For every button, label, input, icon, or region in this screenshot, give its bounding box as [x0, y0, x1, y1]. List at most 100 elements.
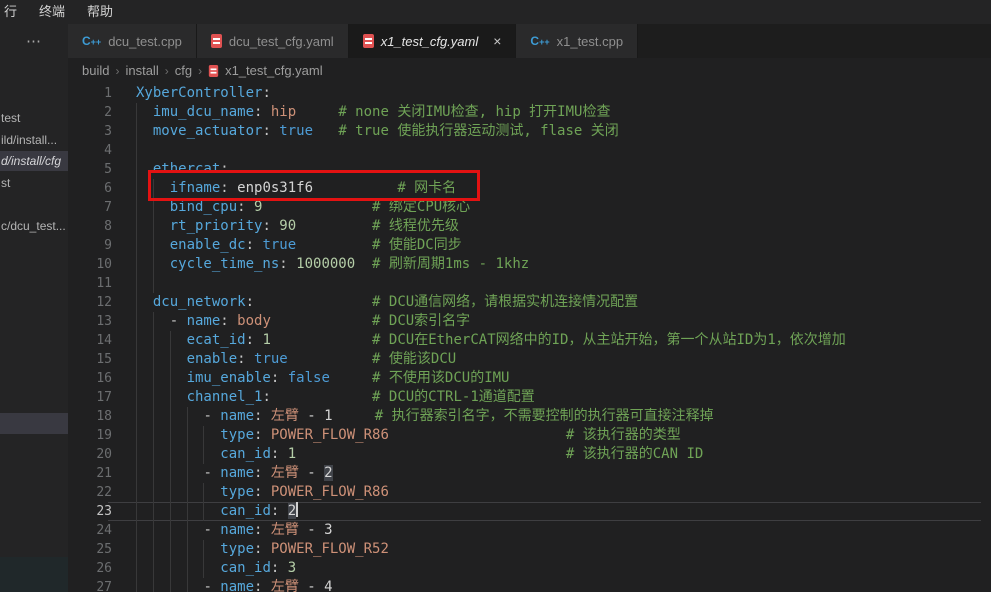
code-line[interactable]: 27 - name: 左臂 - 4: [68, 578, 991, 592]
code-text: can_id: 3: [136, 559, 296, 578]
token: -: [203, 465, 220, 481]
comment: # true 使能执行器运动测试, flase 关闭: [338, 123, 618, 139]
token: [136, 351, 187, 367]
code-line[interactable]: 15 enable: true # 使能该DCU: [68, 350, 991, 369]
code-line[interactable]: 21 - name: 左臂 - 2: [68, 464, 991, 483]
token: - 4: [299, 579, 333, 592]
code-line[interactable]: 25 type: POWER_FLOW_R52: [68, 540, 991, 559]
token: [136, 218, 170, 234]
code-line[interactable]: 18 - name: 左臂 - 1 # 执行器索引名字，不需要控制的执行器可直接…: [68, 407, 991, 426]
line-number: 6: [68, 179, 112, 198]
tab-dcu_test.cpp[interactable]: C++dcu_test.cpp: [68, 24, 197, 58]
code-line[interactable]: 12 dcu_network: # DCU通信网络，请根据实机连接情况配置: [68, 293, 991, 312]
tab-dcu_test_cfg.yaml[interactable]: dcu_test_cfg.yaml: [197, 24, 349, 58]
token: 左臂: [271, 579, 299, 592]
sidebar-item[interactable]: st: [0, 173, 68, 193]
token: :: [271, 446, 288, 462]
cpp-icon: C++: [530, 34, 549, 48]
tab-x1_test_cfg.yaml[interactable]: x1_test_cfg.yaml ×: [349, 24, 517, 58]
token: :: [254, 427, 271, 443]
token: -: [203, 579, 220, 592]
sidebar-item[interactable]: ild/install...: [0, 130, 68, 150]
token: :: [246, 294, 254, 310]
comment: # 线程优先级: [372, 218, 459, 234]
breadcrumb[interactable]: build›install›cfg›x1_test_cfg.yaml: [68, 58, 991, 83]
code-lines: 1XyberController:2 imu_dcu_name: hip # n…: [68, 84, 991, 592]
sidebar-item[interactable]: test: [0, 108, 68, 128]
line-number: 19: [68, 426, 112, 445]
yaml-icon: [363, 34, 374, 48]
breadcrumb-segment[interactable]: build: [82, 63, 109, 78]
code-line[interactable]: 19 type: POWER_FLOW_R86 # 该执行器的类型: [68, 426, 991, 445]
token: [136, 199, 170, 215]
token: 1: [288, 446, 296, 462]
code-line[interactable]: 24 - name: 左臂 - 3: [68, 521, 991, 540]
breadcrumb-file[interactable]: x1_test_cfg.yaml: [225, 63, 323, 78]
code-line[interactable]: 16 imu_enable: false # 不使用该DCU的IMU: [68, 369, 991, 388]
token: [271, 389, 372, 405]
code-text: - name: 左臂 - 1 # 执行器索引名字，不需要控制的执行器可直接注释掉: [136, 407, 714, 426]
token: [288, 351, 372, 367]
code-line[interactable]: 2 imu_dcu_name: hip # none 关闭IMU检查, hip …: [68, 103, 991, 122]
code-line[interactable]: 10 cycle_time_ns: 1000000 # 刷新周期1ms - 1k…: [68, 255, 991, 274]
tab-label: x1_test_cfg.yaml: [381, 34, 479, 49]
comment: # 刷新周期1ms - 1khz: [372, 256, 529, 272]
token: [136, 104, 153, 120]
close-icon[interactable]: ×: [493, 33, 501, 49]
code-line[interactable]: 14 ecat_id: 1 # DCU在EtherCAT网络中的ID，从主站开始…: [68, 331, 991, 350]
token: XyberController: [136, 85, 262, 101]
token: :: [254, 541, 271, 557]
code-line[interactable]: 1XyberController:: [68, 84, 991, 103]
tab-x1_test.cpp[interactable]: C++ x1_test.cpp: [516, 24, 638, 58]
code-line[interactable]: 13 - name: body # DCU索引名字: [68, 312, 991, 331]
breadcrumb-segment[interactable]: cfg: [175, 63, 192, 78]
tab-label: dcu_test_cfg.yaml: [229, 34, 334, 49]
token: :: [254, 522, 271, 538]
line-number: 4: [68, 141, 112, 160]
token: :: [254, 579, 271, 592]
code-line[interactable]: 4: [68, 141, 991, 160]
token: true: [279, 123, 313, 139]
code-line[interactable]: 8 rt_priority: 90 # 线程优先级: [68, 217, 991, 236]
code-line[interactable]: 11: [68, 274, 991, 293]
line-number: 3: [68, 122, 112, 141]
code-line[interactable]: 22 type: POWER_FLOW_R86: [68, 483, 991, 502]
tab-label: x1_test.cpp: [557, 34, 624, 49]
code-line[interactable]: 3 move_actuator: true # true 使能执行器运动测试, …: [68, 122, 991, 141]
code-line[interactable]: 20 can_id: 1 # 该执行器的CAN ID: [68, 445, 991, 464]
menu-item-行[interactable]: 行: [0, 0, 28, 24]
token: :: [237, 199, 254, 215]
code-text: - name: 左臂 - 3: [136, 521, 333, 540]
chevron-right-icon: ›: [165, 64, 169, 78]
token: -: [299, 465, 324, 481]
menu-item-帮助[interactable]: 帮助: [76, 0, 124, 24]
token: rt_priority: [170, 218, 263, 234]
sidebar-item[interactable]: c/dcu_test...: [0, 216, 68, 236]
editor[interactable]: 1XyberController:2 imu_dcu_name: hip # n…: [68, 83, 991, 592]
chevron-right-icon: ›: [198, 64, 202, 78]
menu-item-终端[interactable]: 终端: [28, 0, 76, 24]
code-text: type: POWER_FLOW_R52: [136, 540, 389, 559]
token: can_id: [220, 446, 271, 462]
line-number: 23: [68, 502, 112, 521]
indent-guide: [153, 274, 154, 293]
line-number: 24: [68, 521, 112, 540]
comment: # 使能DC同步: [372, 237, 462, 253]
comment: # 执行器索引名字，不需要控制的执行器可直接注释掉: [375, 408, 714, 424]
line-number: 20: [68, 445, 112, 464]
token: 左臂: [271, 465, 299, 481]
breadcrumb-segment[interactable]: install: [125, 63, 158, 78]
code-line[interactable]: 9 enable_dc: true # 使能DC同步: [68, 236, 991, 255]
code-line[interactable]: 17 channel_1: # DCU的CTRL-1通道配置: [68, 388, 991, 407]
token: :: [271, 370, 288, 386]
code-text: dcu_network: # DCU通信网络，请根据实机连接情况配置: [136, 293, 638, 312]
code-text: ecat_id: 1 # DCU在EtherCAT网络中的ID，从主站开始，第一…: [136, 331, 846, 350]
code-text: enable_dc: true # 使能DC同步: [136, 236, 462, 255]
sidebar-item[interactable]: d/install/cfg: [0, 151, 68, 171]
indent-guide: [136, 141, 137, 160]
code-line[interactable]: 23 can_id: 2: [68, 502, 991, 521]
more-actions-icon[interactable]: ⋯: [26, 32, 43, 50]
comment: # DCU的CTRL-1通道配置: [372, 389, 535, 405]
code-line[interactable]: 26 can_id: 3: [68, 559, 991, 578]
annotation-highlight-box: [148, 170, 480, 201]
